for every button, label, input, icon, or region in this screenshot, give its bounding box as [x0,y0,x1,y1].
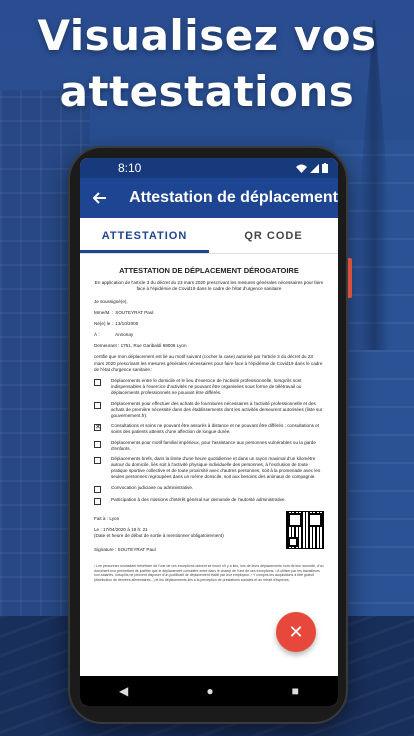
birthplace-value: Annonay [115,332,134,338]
status-bar: 8:10 [80,158,338,178]
status-time: 8:10 [118,161,142,175]
qr-finder-pattern [288,536,298,547]
reason-checkbox [94,401,101,409]
nav-home-icon[interactable]: ● [206,684,213,698]
qr-code-image [286,510,324,549]
reason-checkbox [94,379,101,386]
reason-checkbox [94,440,101,448]
reason-item: Déplacements pour effectuer des achats d… [94,401,324,420]
address-line: Demeurant : 1751, Rue Garibaldi 69006 Ly… [94,343,324,349]
signature-value: SOUTEYRAT Paul [117,547,156,553]
done-at-label: Fait à : [94,515,109,521]
close-icon: ✕ [288,621,304,642]
date-label: Le : [94,526,102,532]
reason-text: Déplacements pour motif familial impérie… [111,439,316,451]
tab-qr-code[interactable]: QR CODE [209,218,338,253]
signature-area: Fait à : Lyon Le : 17/04/2020 à 19 h: 21… [94,510,324,559]
nav-recents-icon[interactable]: ■ [292,684,299,698]
signature-label: Signature : [94,547,117,553]
address-label: Demeurant : [94,343,120,349]
signal-icon [310,163,319,173]
time-suffix: h: 21 [137,526,148,532]
nav-back-icon[interactable]: ◀ [119,684,128,698]
document-footnotes: ¹ Les personnes souhaitant bénéficier de… [94,564,324,583]
done-at-value: Lyon [109,515,120,521]
reason-text: Déplacements pour effectuer des achats d… [111,400,323,418]
wifi-icon [296,164,307,173]
attestation-document: ATTESTATION DE DÉPLACEMENT DÉROGATOIRE E… [80,254,338,583]
reason-item: Participation à des missions d'intérêt g… [94,497,324,505]
birth-label: Né(e) le : [94,320,113,326]
undersigned-label: Je soussigné(e), [94,298,128,304]
reason-item: Déplacements entre le domicile et le lie… [94,378,324,397]
birthplace-line: À : Annonay [94,332,324,338]
arrow-left-icon[interactable] [92,189,107,207]
name-line: Mme/M. : SOUTEYRAT Paul [94,310,324,316]
status-icons [296,163,328,173]
document-title: ATTESTATION DE DÉPLACEMENT DÉROGATOIRE [119,266,299,275]
tab-bar: ATTESTATION QR CODE [80,218,338,254]
reason-checkbox [94,497,101,505]
reason-item: ✕ Consultations et soins ne pouvant être… [94,423,324,435]
battery-icon [322,163,328,173]
page-title: Attestation de déplacement [129,189,338,206]
reason-text: Consultations et soins ne pouvant être a… [111,423,320,435]
time-prefix: à 19 [127,526,137,532]
reason-list: Déplacements entre le domicile et le lie… [94,378,324,505]
close-button[interactable]: ✕ [276,612,316,652]
reason-text: Participation à des missions d'intérêt g… [111,496,286,502]
reason-item: Convocation judiciaire ou administrative… [94,485,324,493]
reason-text: Déplacements entre le domicile et le lie… [111,378,302,396]
name-label: Mme/M. : [94,309,114,315]
birth-line: Né(e) le : 13/10/2000 [94,321,324,327]
tab-attestation[interactable]: ATTESTATION [80,218,209,253]
reason-checkbox-checked: ✕ [94,424,101,432]
done-at-line: Fait à : Lyon [94,516,224,522]
date-value: 17/04/2020 [102,526,126,532]
reason-text: Convocation judiciaire ou administrative… [111,484,194,490]
signature-details: Fait à : Lyon Le : 17/04/2020 à 19 h: 21… [94,511,224,559]
undersigned-line: Je soussigné(e), [94,299,324,305]
birthplace-label: À : [94,332,100,338]
certify-text: certifie que mon déplacement est lié au … [94,354,323,372]
reason-item: Déplacements brefs, dans la limite d'une… [94,456,324,481]
document-intro: En application de l'article 3 du décret … [94,280,324,292]
phone-side-button [348,258,352,298]
app-bar: Attestation de déplacement [80,178,338,218]
name-value: SOUTEYRAT Paul [115,309,154,315]
android-nav-bar: ◀ ● ■ [80,676,338,706]
date-note: (Date et heure de début de sortie à ment… [94,533,224,538]
birth-value: 13/10/2000 [115,320,139,326]
promo-headline: Visualisez vos attestations [37,11,377,116]
reason-text: Déplacements brefs, dans la limite d'une… [111,455,321,480]
signature-line: Signature : SOUTEYRAT Paul [94,547,224,553]
address-value: 1751, Rue Garibaldi 69006 Lyon [120,343,187,349]
reason-checkbox [94,485,101,493]
reason-item: Déplacements pour motif familial impérie… [94,440,324,452]
reason-checkbox [94,456,101,464]
